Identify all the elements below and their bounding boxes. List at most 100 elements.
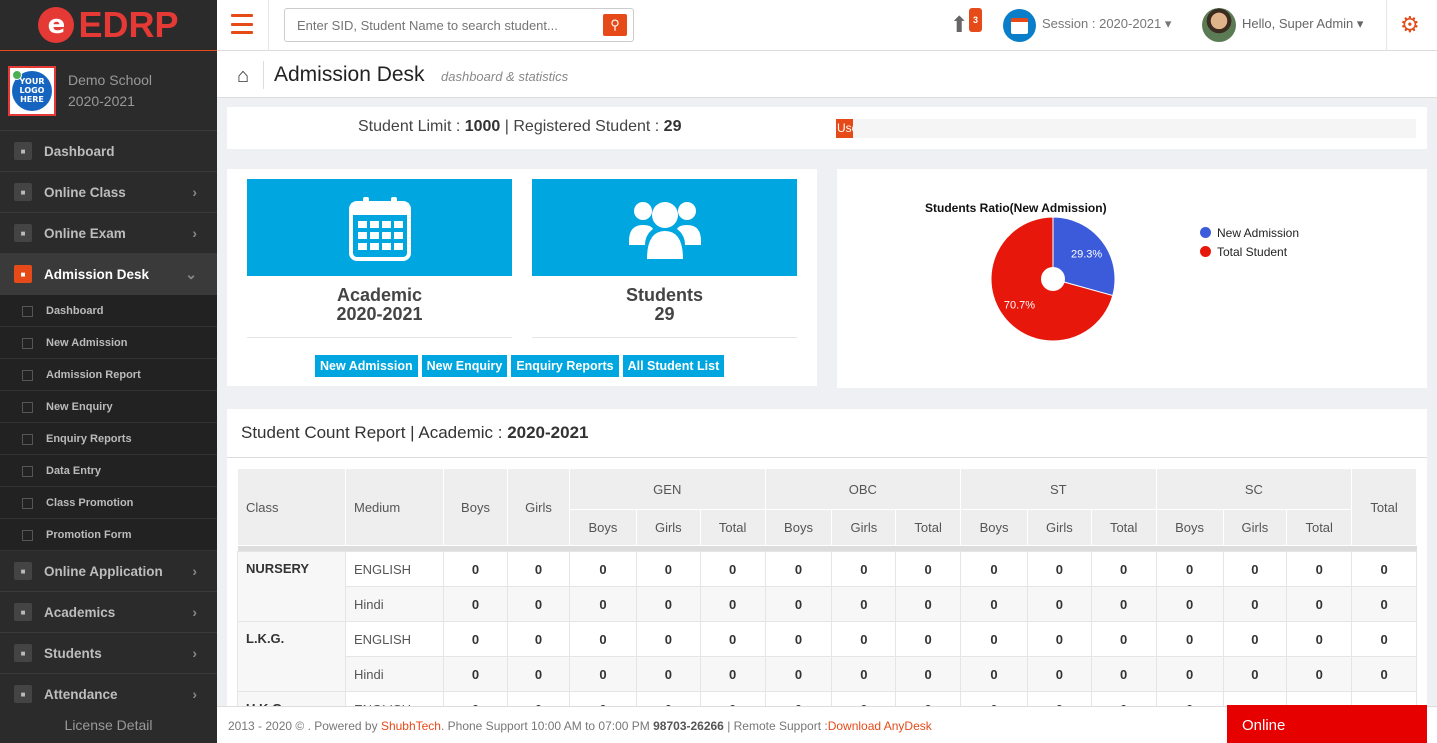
report-title: Student Count Report | Academic : 2020-2… [241,423,589,442]
col-obc-boys: Boys [764,509,833,546]
page-header: ⌂ Admission Desk dashboard & statistics [217,51,1437,98]
school-name: Demo School [68,71,153,88]
count-cell: 0 [507,551,570,587]
academic-card: Academic 2020-2021 [247,179,512,338]
sidebar-item-online-application[interactable]: ■ Online Application › [0,551,217,592]
sidebar-subitem-new-enquiry[interactable]: New Enquiry [0,391,217,423]
count-cell: 0 [1286,586,1353,622]
student-limit-text: Student Limit : 1000 | Registered Studen… [358,118,682,135]
school-logo: YOUR LOGO HERE [8,65,56,116]
chevron-icon: › [192,645,197,661]
page-subtitle: dashboard & statistics [441,69,569,84]
table-row: NURSERY ENGLISH 0 0 0 0 0 0 0 0 0 0 0 0 0 0 0 [237,551,1417,622]
user-menu[interactable]: Hello, Super Admin ▾ [1242,16,1363,32]
sidebar-subitem-class-promotion[interactable]: Class Promotion [0,487,217,519]
count-cell: 0 [635,586,701,622]
calendar-icon[interactable] [1003,9,1036,42]
upload-icon[interactable]: ⬆ 3 [950,8,983,38]
sidebar-item-students[interactable]: ■ Students › [0,633,217,674]
count-cell: 0 [960,551,1028,587]
count-cell: 0 [1286,656,1353,692]
count-cell: 0 [1222,586,1288,622]
count-cell: 0 [699,586,766,622]
count-cell: 0 [1222,551,1288,587]
count-cell: 0 [960,656,1028,692]
online-status-badge[interactable]: Online [1227,705,1427,743]
download-anydesk-link[interactable]: Download AnyDesk [828,719,932,733]
count-cell: 0 [507,621,570,657]
count-cell: 0 [569,691,637,706]
sidebar-item-online-exam[interactable]: ■ Online Exam › [0,213,217,254]
sidebar-item-label: Dashboard [44,143,115,159]
new-enquiry-button[interactable]: New Enquiry [421,355,508,377]
new-admission-button[interactable]: New Admission [315,355,418,377]
avatar[interactable] [1202,8,1236,42]
class-cell: U.K.G. [237,691,346,706]
col-gen-girls: Girls [635,509,701,546]
sidebar-subitem-data-entry[interactable]: Data Entry [0,455,217,487]
student-count-report: Student Count Report | Academic : 2020-2… [227,409,1427,706]
sidebar-item-label: Online Exam [44,225,126,241]
count-cell: 0 [1155,551,1224,587]
col-gen-total: Total [699,509,766,546]
pie-label-total-student: 70.7% [1004,300,1035,312]
count-cell: 0 [507,586,570,622]
sidebar-item-academics[interactable]: ■ Academics › [0,592,217,633]
col-gen-boys: Boys [569,509,637,546]
legend-item-total-student[interactable]: Total Student [1200,242,1299,261]
hamburger-menu-icon[interactable] [231,14,253,34]
license-detail-link[interactable]: License Detail [0,707,217,743]
footer-text: 2013 - 2020 © . Powered by ShubhTech. Ph… [228,719,932,733]
count-cell: 0 [1351,621,1417,657]
enquiry-reports-button[interactable]: Enquiry Reports [511,355,619,377]
sidebar-subitem-dashboard[interactable]: Dashboard [0,295,217,327]
count-cell: 0 [960,621,1028,657]
calendar-icon [247,179,512,276]
sidebar-subitem-promotion-form[interactable]: Promotion Form [0,519,217,551]
col-sc-boys: Boys [1155,509,1224,546]
count-cell: 0 [507,656,570,692]
chevron-icon: ⌄ [185,265,197,282]
sidebar-item-admission-desk[interactable]: ■ Admission Desk ⌄ [0,254,217,295]
col-class: Class [237,468,346,546]
col-group-obc: OBC [764,468,962,510]
book-icon: ■ [14,603,32,621]
table-row: Hindi 0 0 0 0 0 0 0 0 0 0 0 0 0 0 0 [238,586,1417,622]
count-cell: 0 [895,621,962,657]
page-title: Admission Desk [274,63,425,86]
col-group-st: ST [960,468,1157,510]
count-cell: 0 [1155,586,1224,622]
all-student-list-button[interactable]: All Student List [622,355,725,377]
school-info: YOUR LOGO HERE Demo School 2020-2021 [0,51,217,131]
count-cell: 0 [1155,621,1224,657]
class-cell: L.K.G. [237,621,346,692]
search-input[interactable] [285,9,585,41]
sidebar-item-online-class[interactable]: ■ Online Class › [0,172,217,213]
count-cell: 0 [895,586,962,622]
sidebar-subitem-admission-report[interactable]: Admission Report [0,359,217,391]
col-group-sc: SC [1155,468,1353,510]
session-dropdown[interactable]: Session : 2020-2021 ▾ [1042,16,1171,32]
company-link[interactable]: ShubhTech [381,719,441,733]
count-cell: 0 [831,621,897,657]
count-cell: 0 [507,691,570,706]
home-icon[interactable]: ⌂ [237,65,249,88]
sidebar-item-dashboard[interactable]: ■ Dashboard [0,131,217,172]
online-dot-icon [12,69,22,80]
upload-count-badge: 3 [969,8,983,32]
legend-item-new-admission[interactable]: New Admission [1200,223,1299,242]
sidebar-item-label: Attendance [44,686,118,702]
brand[interactable]: e EDRP [0,0,217,51]
search-icon[interactable]: ⚲ [603,14,627,36]
sidebar-subitem-new-admission[interactable]: New Admission [0,327,217,359]
count-cell: 0 [1027,621,1092,657]
sidebar-subitem-enquiry-reports[interactable]: Enquiry Reports [0,423,217,455]
col-sc-girls: Girls [1222,509,1288,546]
count-cell: 0 [960,691,1028,706]
report-table: Class Medium Boys Girls GEN OBC ST SC To… [237,468,1417,706]
sidebar-item-label: Admission Desk [44,266,150,282]
gear-icon[interactable]: ⚙ [1400,14,1420,36]
count-cell: 0 [960,586,1028,622]
brand-name: EDRP [78,4,179,45]
count-cell: 0 [635,656,701,692]
